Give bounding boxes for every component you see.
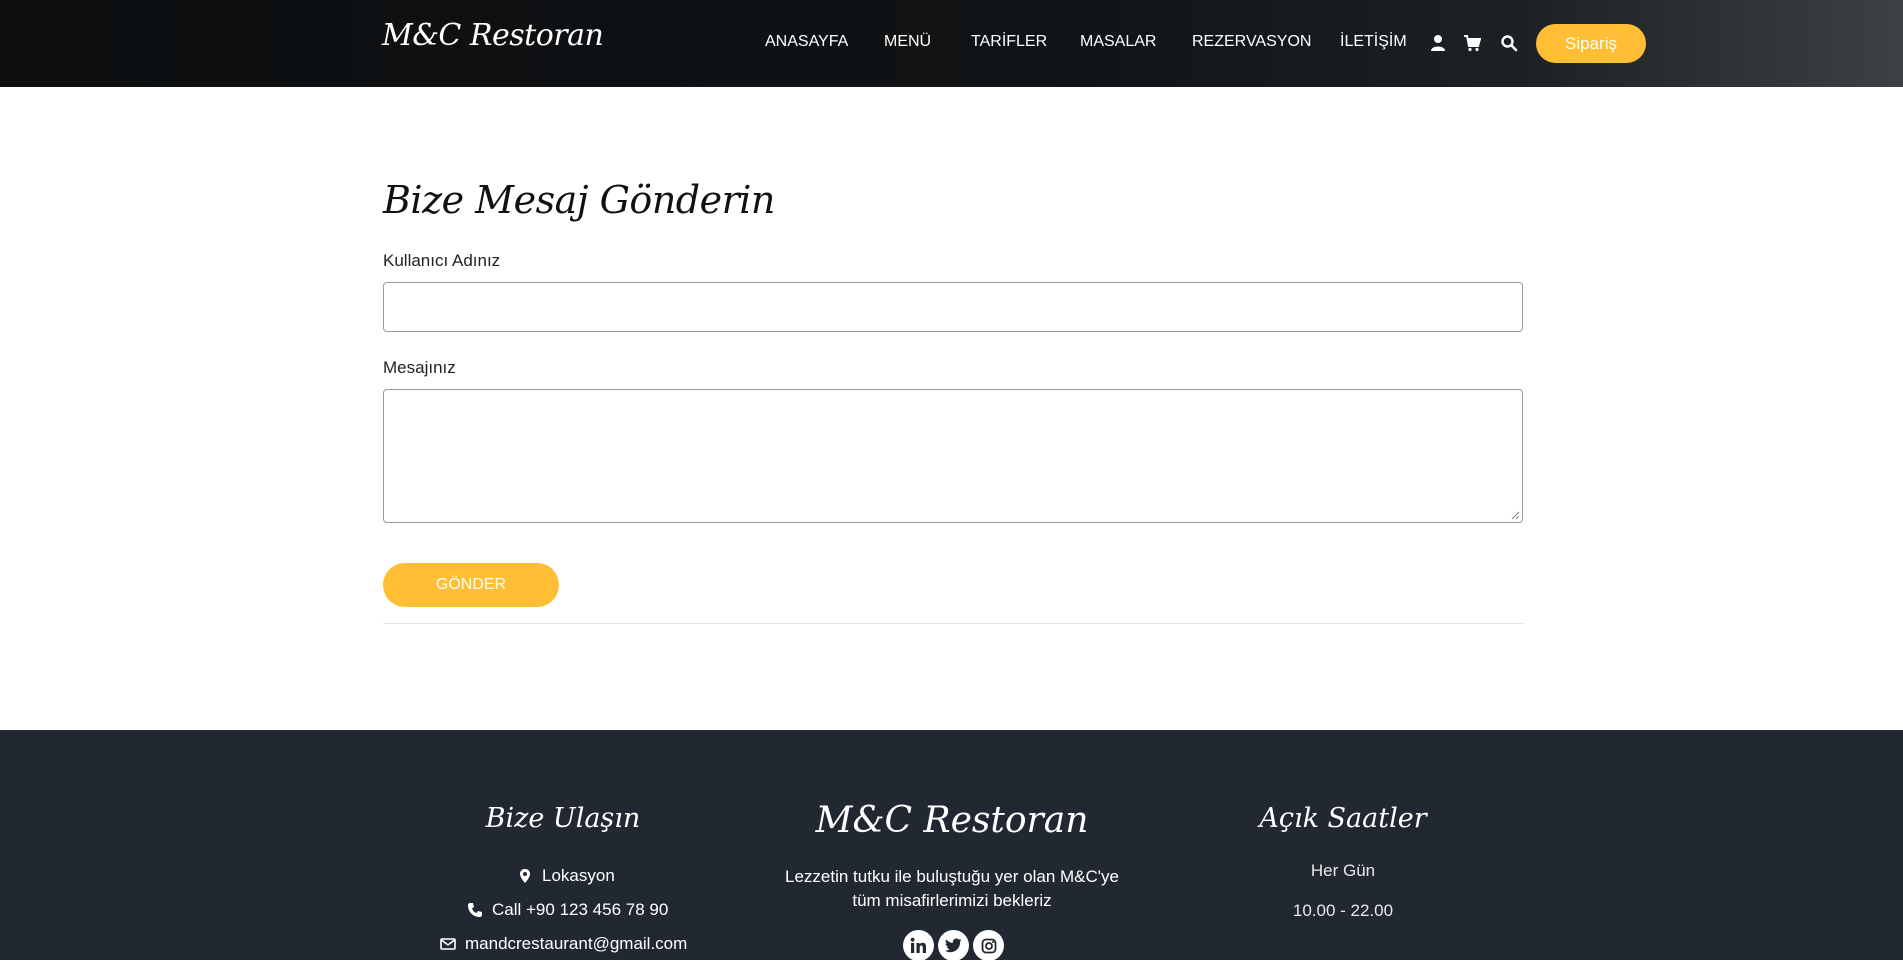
order-button[interactable]: Sipariş bbox=[1536, 24, 1646, 63]
footer-description-line2: tüm misafirlerimizi bekleriz bbox=[852, 891, 1052, 910]
search-icon[interactable] bbox=[1500, 34, 1518, 52]
footer-hours-title: Açık Saatler bbox=[1259, 803, 1427, 834]
location-pin-icon bbox=[517, 868, 533, 884]
user-icon[interactable] bbox=[1430, 34, 1448, 52]
footer-email-text: mandcrestaurant@gmail.com bbox=[465, 934, 688, 953]
footer-description-line1: Lezzetin tutku ile buluştuğu yer olan M&… bbox=[785, 867, 1119, 886]
nav-item-masalar[interactable]: MASALAR bbox=[1080, 33, 1156, 51]
cart-icon[interactable] bbox=[1463, 34, 1482, 52]
footer-phone-text: Call +90 123 456 78 90 bbox=[492, 900, 669, 919]
nav-item-anasayfa[interactable]: ANASAYFA bbox=[765, 33, 848, 51]
footer-contact-title: Bize Ulaşın bbox=[485, 803, 641, 834]
divider bbox=[383, 623, 1523, 624]
footer-description: Lezzetin tutku ile buluştuğu yer olan M&… bbox=[776, 865, 1128, 913]
phone-icon bbox=[467, 902, 483, 918]
site-footer bbox=[0, 730, 1903, 960]
message-textarea[interactable] bbox=[383, 389, 1523, 523]
linkedin-icon[interactable] bbox=[903, 930, 934, 961]
nav-item-tarifler[interactable]: TARİFLER bbox=[971, 33, 1047, 51]
nav-item-menu[interactable]: MENÜ bbox=[884, 33, 931, 51]
footer-location[interactable]: Lokasyon bbox=[517, 866, 615, 886]
message-label: Mesajınız bbox=[383, 358, 456, 377]
site-header: M&C Restoran ANASAYFA MENÜ TARİFLER MASA… bbox=[0, 0, 1903, 87]
resize-grip-icon[interactable] bbox=[1511, 511, 1520, 520]
brand-logo[interactable]: M&C Restoran bbox=[382, 18, 604, 53]
nav-item-rezervasyon[interactable]: REZERVASYON bbox=[1192, 33, 1311, 51]
footer-hours-days: Her Gün bbox=[1310, 861, 1376, 880]
form-title: Bize Mesaj Gönderin bbox=[383, 178, 775, 222]
envelope-icon bbox=[440, 936, 456, 952]
footer-phone[interactable]: Call +90 123 456 78 90 bbox=[467, 900, 668, 920]
username-input[interactable] bbox=[383, 282, 1523, 332]
twitter-icon[interactable] bbox=[938, 930, 969, 961]
footer-email[interactable]: mandcrestaurant@gmail.com bbox=[440, 934, 687, 954]
username-label: Kullanıcı Adınız bbox=[383, 251, 501, 270]
footer-brand-title: M&C Restoran bbox=[815, 800, 1089, 841]
instagram-icon[interactable] bbox=[973, 930, 1004, 961]
footer-location-text: Lokasyon bbox=[542, 866, 615, 885]
footer-hours-time: 10.00 - 22.00 bbox=[1292, 901, 1394, 920]
nav-item-iletisim[interactable]: İLETİŞİM bbox=[1340, 33, 1407, 51]
send-button[interactable]: GÖNDER bbox=[383, 563, 559, 607]
